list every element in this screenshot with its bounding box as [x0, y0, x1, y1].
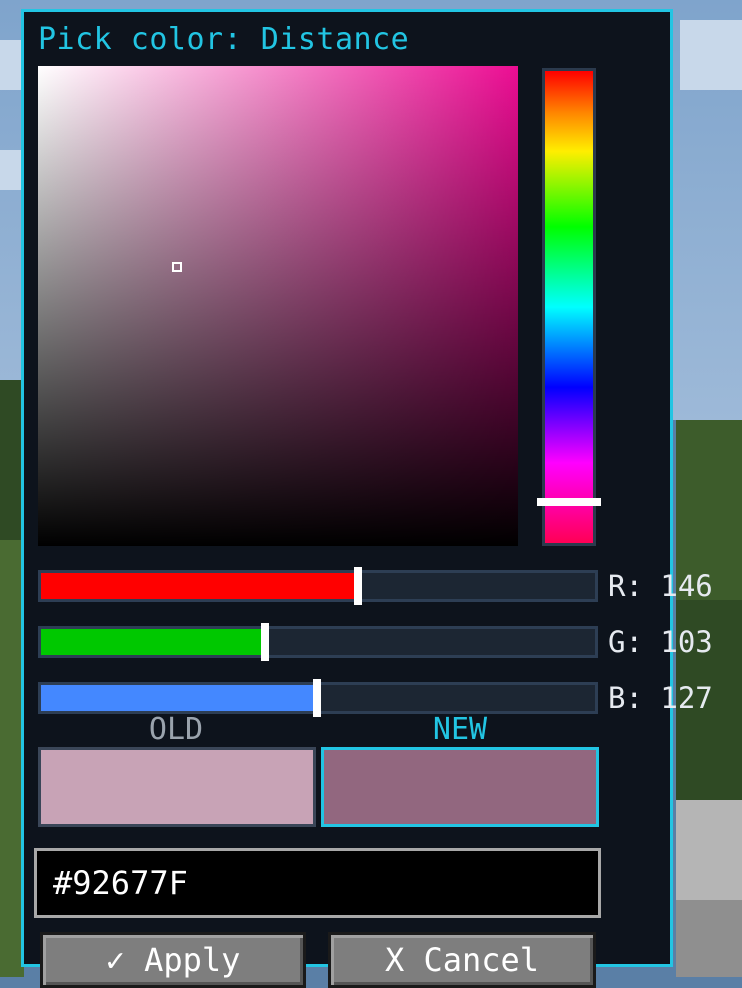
blue-value-label: B: 127: [608, 681, 713, 715]
sv-cursor[interactable]: [172, 262, 182, 272]
green-slider[interactable]: [38, 623, 598, 661]
apply-button[interactable]: ✓ Apply: [40, 932, 306, 988]
new-color-label: NEW: [432, 712, 488, 747]
color-picker-dialog: Pick color: Distance R: 146 G: 103 B: 12…: [21, 9, 713, 988]
old-color-label: OLD: [148, 712, 204, 747]
hex-input[interactable]: #92677F: [34, 848, 601, 918]
red-slider-fill: [41, 573, 358, 599]
red-slider[interactable]: [38, 567, 598, 605]
cancel-button[interactable]: X Cancel: [328, 932, 596, 988]
blue-slider[interactable]: [38, 679, 598, 717]
hue-slider[interactable]: [542, 68, 596, 546]
green-value-label: G: 103: [608, 625, 713, 659]
blue-slider-handle[interactable]: [313, 679, 321, 717]
old-color-swatch[interactable]: [38, 747, 316, 827]
green-slider-fill: [41, 629, 265, 655]
blue-slider-fill: [41, 685, 317, 711]
saturation-value-picker[interactable]: [38, 66, 518, 546]
hue-slider-handle[interactable]: [537, 498, 601, 506]
red-slider-handle[interactable]: [354, 567, 362, 605]
new-color-swatch: [321, 747, 599, 827]
dialog-title: Pick color: Distance: [38, 22, 410, 57]
green-slider-handle[interactable]: [261, 623, 269, 661]
red-value-label: R: 146: [608, 569, 713, 603]
